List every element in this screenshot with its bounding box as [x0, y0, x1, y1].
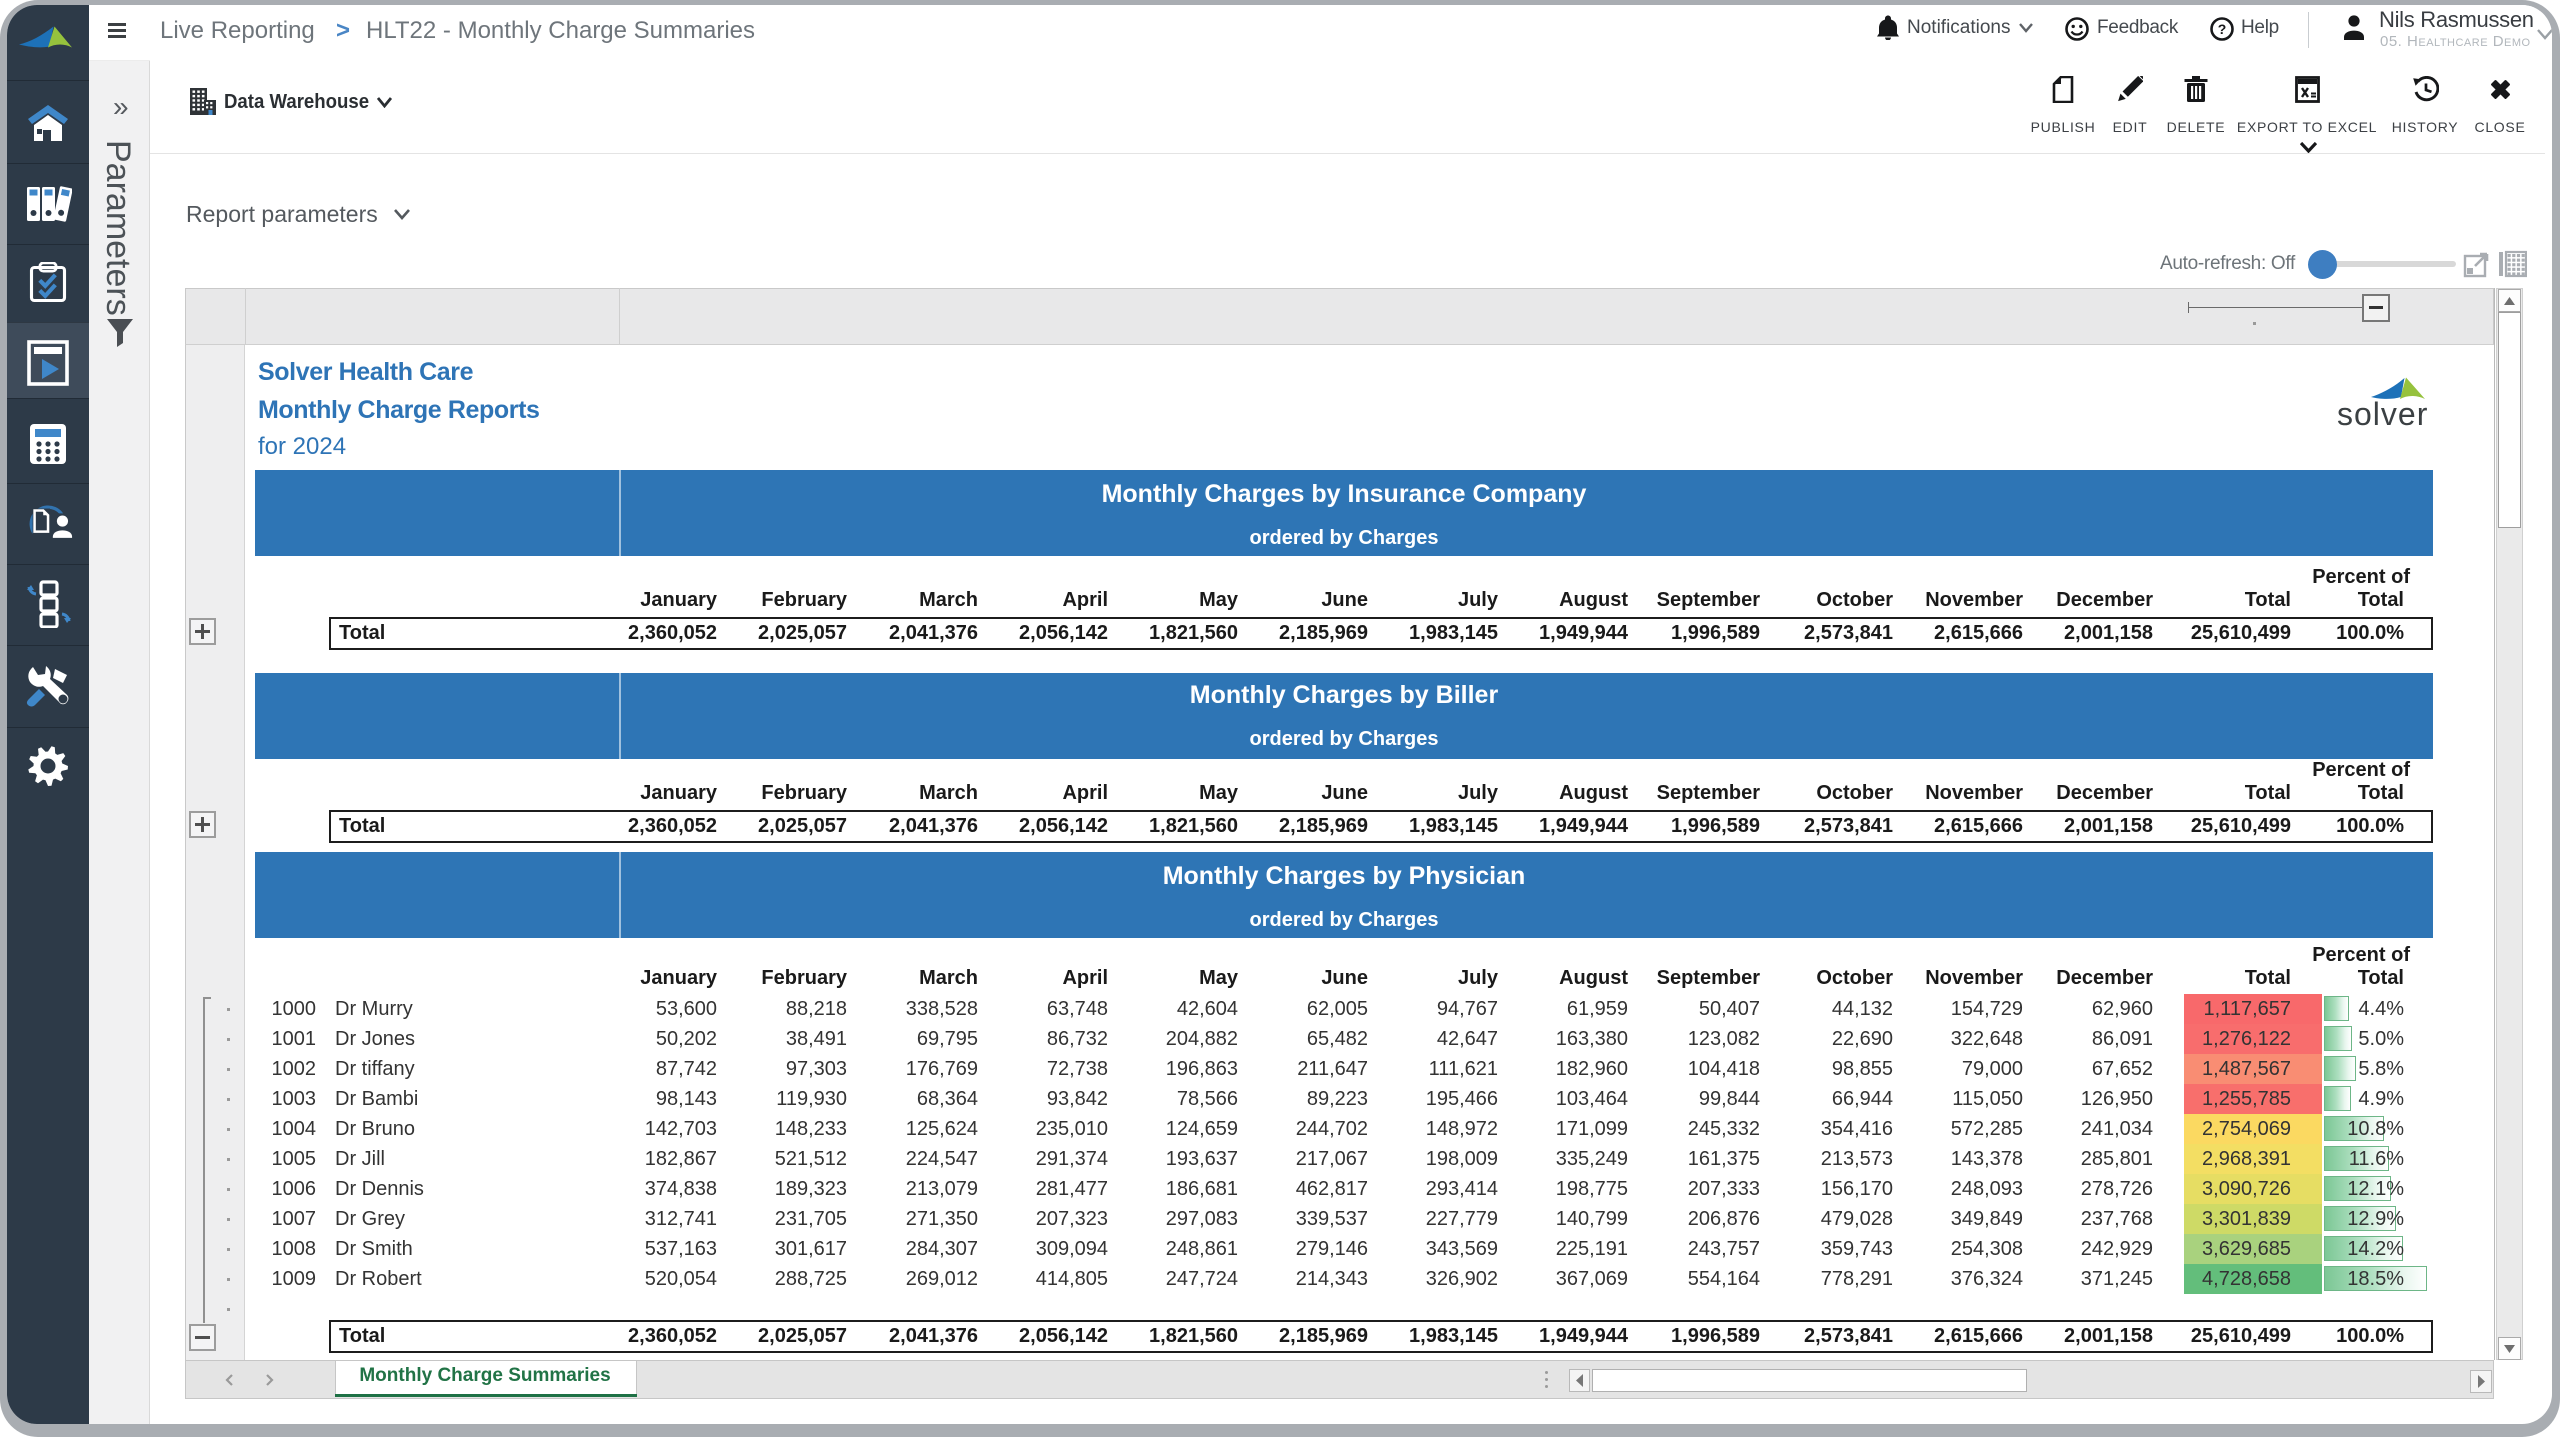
svg-text:solver: solver	[2337, 396, 2428, 430]
svg-text:?: ?	[2218, 21, 2227, 37]
